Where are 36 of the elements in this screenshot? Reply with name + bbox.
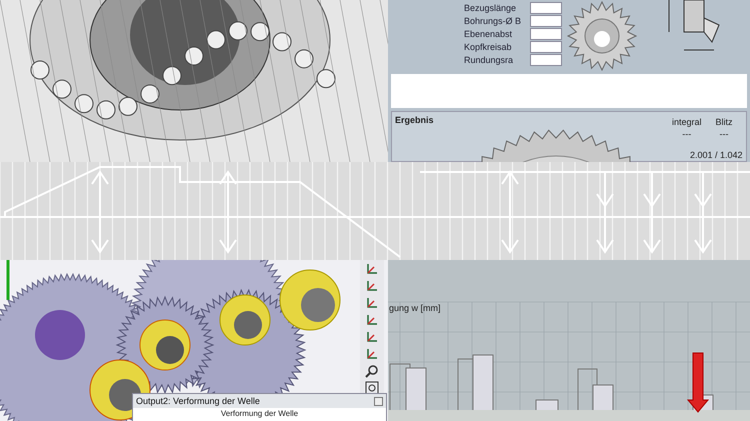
result-ratio: 2.001 / 1.042 [690, 150, 743, 160]
axis-view-icon[interactable] [365, 279, 379, 293]
input-label: Kopfkreisab [464, 42, 513, 52]
zoom-icon[interactable] [365, 364, 379, 378]
input-field[interactable] [530, 54, 562, 66]
bearing-drawing [220, 294, 270, 346]
axis-view-icon[interactable] [365, 330, 379, 344]
load-arrow-icon [686, 352, 710, 413]
input-label: Bezugslänge [464, 3, 518, 13]
result-value: --- [682, 129, 692, 139]
input-label: Rundungsra [464, 55, 514, 65]
gear-section-sketch-icon [668, 0, 720, 52]
input-field[interactable] [530, 15, 562, 27]
axis-view-icon[interactable] [365, 262, 379, 276]
result-value: --- [720, 129, 729, 139]
results-title: Ergebnis [395, 115, 434, 125]
column-header: Blitz [716, 117, 733, 127]
column-header: integral [672, 117, 702, 127]
axis-line [6, 260, 10, 300]
input-field[interactable] [530, 28, 562, 40]
input-label: Bohrungs-Ø B [464, 16, 522, 26]
axis-view-icon[interactable] [365, 313, 379, 327]
chart-title: Verformung der Welle [220, 408, 298, 418]
bearing-drawing [140, 320, 190, 370]
hub [35, 310, 85, 360]
axis-view-icon[interactable] [365, 347, 379, 361]
bearing-drawing [280, 270, 340, 330]
close-button[interactable] [374, 396, 383, 406]
axis-label: gung w [mm] [389, 303, 441, 313]
dialog-title: Output2: Verformung der Welle [136, 396, 260, 406]
zoom-fit-icon[interactable] [365, 381, 379, 395]
bevel-gear-drawing [566, 1, 638, 71]
axis-view-icon[interactable] [365, 296, 379, 310]
input-field[interactable] [530, 41, 562, 53]
input-field[interactable] [530, 2, 562, 14]
input-label: Ebenenabst [464, 29, 514, 39]
